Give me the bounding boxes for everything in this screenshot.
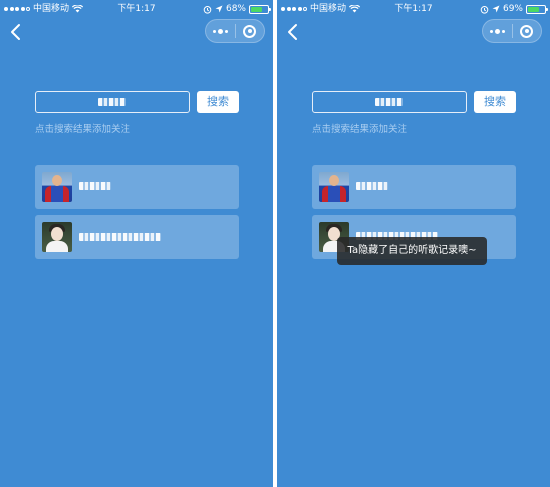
result-item[interactable] [35, 215, 239, 259]
search-button[interactable]: 搜索 [474, 91, 516, 113]
menu-dots-icon[interactable] [206, 20, 235, 42]
result-item[interactable] [35, 165, 239, 209]
menu-dots-icon[interactable] [483, 20, 512, 42]
search-hint: 点击搜索结果添加关注 [35, 124, 131, 135]
alarm-icon [480, 5, 489, 14]
alarm-icon [203, 5, 212, 14]
location-arrow-icon [492, 5, 500, 13]
battery-icon [526, 4, 548, 14]
back-chevron-icon[interactable] [8, 22, 24, 42]
back-chevron-icon[interactable] [285, 22, 301, 42]
mini-program-capsule [482, 19, 542, 43]
redacted-username [356, 182, 388, 190]
phone-screen-left: 中国移动 下午1:17 68% 搜索 点击搜索结果添加关注 [0, 0, 273, 487]
redacted-query [98, 98, 126, 106]
search-button[interactable]: 搜索 [197, 91, 239, 113]
status-bar: 中国移动 下午1:17 69% [277, 0, 550, 18]
redacted-username [79, 182, 111, 190]
search-hint: 点击搜索结果添加关注 [312, 124, 408, 135]
close-ring-icon[interactable] [236, 20, 265, 42]
redacted-query [375, 98, 403, 106]
result-item[interactable] [312, 165, 516, 209]
battery-percent: 69% [502, 4, 523, 14]
battery-percent: 68% [225, 4, 246, 14]
search-input[interactable] [35, 91, 190, 113]
avatar [42, 222, 72, 252]
avatar [42, 172, 72, 202]
location-arrow-icon [215, 5, 223, 13]
redacted-username [79, 233, 161, 241]
toast-message: Ta隐藏了自己的听歌记录噢~ [337, 237, 487, 265]
close-ring-icon[interactable] [513, 20, 542, 42]
avatar [319, 172, 349, 202]
search-input[interactable] [312, 91, 467, 113]
status-bar: 中国移动 下午1:17 68% [0, 0, 273, 18]
battery-icon [249, 4, 271, 14]
mini-program-capsule [205, 19, 265, 43]
